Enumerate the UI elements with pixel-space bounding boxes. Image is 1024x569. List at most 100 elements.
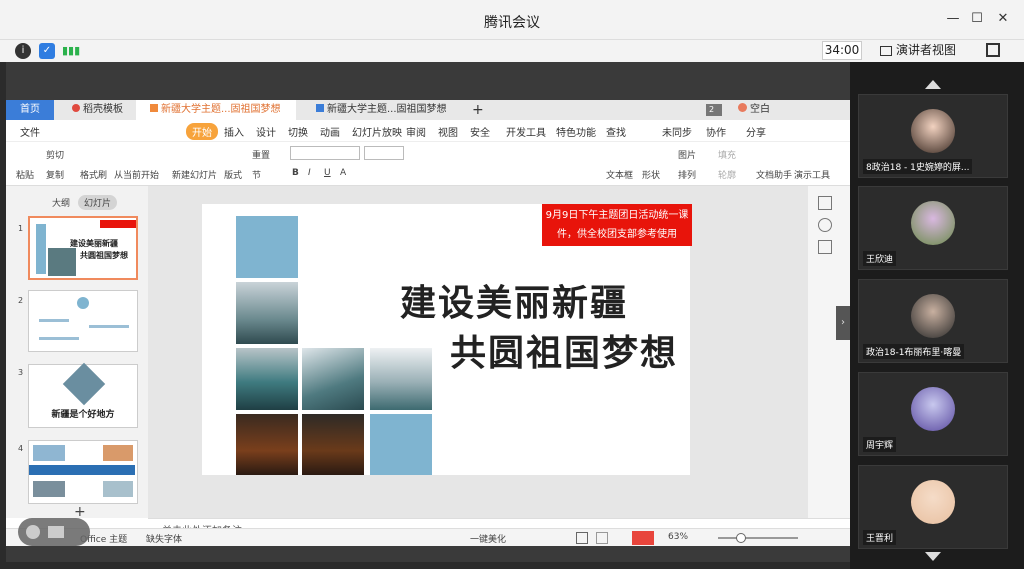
- menu-devtools[interactable]: 开发工具: [506, 124, 546, 139]
- scroll-down-icon[interactable]: [925, 552, 941, 561]
- minimize-button[interactable]: —: [944, 11, 962, 26]
- shape-button[interactable]: 形状: [642, 168, 660, 181]
- bold-button[interactable]: B: [292, 168, 299, 178]
- tab-docer-label: 稻壳模板: [83, 104, 123, 115]
- new-slide-button[interactable]: 新建幻灯片: [172, 168, 217, 181]
- thumb-logo-icon: [77, 297, 89, 309]
- section-button[interactable]: 节: [252, 168, 261, 181]
- participant-name: 王欣迪: [863, 251, 897, 266]
- window-count-badge[interactable]: 2: [706, 104, 722, 116]
- paste-button[interactable]: 粘贴: [16, 168, 34, 181]
- menu-insert[interactable]: 插入: [224, 124, 244, 139]
- maximize-button[interactable]: ☐: [968, 11, 986, 26]
- info-icon[interactable]: i: [15, 43, 31, 59]
- close-button[interactable]: ✕: [994, 11, 1012, 26]
- thumb-image: [103, 445, 133, 461]
- zoom-slider[interactable]: [718, 537, 798, 539]
- fullscreen-icon[interactable]: [986, 43, 1000, 57]
- tab-slides[interactable]: 幻灯片: [78, 195, 118, 210]
- chat-icon[interactable]: [48, 526, 64, 538]
- normal-view-icon[interactable]: [576, 532, 588, 544]
- cut-button[interactable]: 剪切: [46, 148, 64, 161]
- avatar: [738, 103, 747, 112]
- participant-tile[interactable]: 周宇辉: [858, 372, 1008, 456]
- menu-design[interactable]: 设计: [256, 124, 276, 139]
- menu-start[interactable]: 开始: [186, 123, 218, 140]
- presenter-view-icon: [880, 45, 892, 56]
- play-slideshow-button[interactable]: [632, 531, 654, 545]
- pin-icon[interactable]: [818, 218, 832, 232]
- docer-icon: [72, 104, 80, 112]
- beautify-button[interactable]: 一键美化: [470, 532, 506, 545]
- font-name-input[interactable]: [290, 146, 360, 160]
- underline-button[interactable]: U: [324, 168, 331, 178]
- layout-button[interactable]: 版式: [224, 168, 242, 181]
- outline-button[interactable]: 轮廓: [718, 168, 736, 181]
- emoji-icon[interactable]: [26, 525, 40, 539]
- presenter-view-button[interactable]: 演讲者视图 ▾: [880, 41, 970, 75]
- slide-tile-photo: [370, 348, 432, 410]
- participant-tile[interactable]: 王晋利: [858, 465, 1008, 549]
- sorter-view-icon[interactable]: [596, 532, 608, 544]
- from-current-button[interactable]: 从当前开始: [114, 168, 159, 181]
- slide-tile-photo: [302, 414, 364, 475]
- menu-unsynced[interactable]: 未同步: [662, 124, 692, 139]
- slide-thumbnail-1[interactable]: 建设美丽新疆 共圆祖国梦想: [28, 216, 138, 280]
- menu-security[interactable]: 安全: [470, 124, 490, 139]
- slide-tile-photo: [236, 414, 298, 475]
- menu-transition[interactable]: 切换: [288, 124, 308, 139]
- copy-button[interactable]: 复制: [46, 168, 64, 181]
- menu-review[interactable]: 审阅: [406, 124, 426, 139]
- tab-docer-templates[interactable]: 稻壳模板: [58, 100, 134, 120]
- arrange-button[interactable]: 排列: [678, 168, 696, 181]
- fill-button[interactable]: 填充: [718, 148, 736, 161]
- participant-tile[interactable]: 8政治18 - 1史婉婷的屏...: [858, 94, 1008, 178]
- slide-tile-photo: [236, 282, 298, 344]
- slide-tile-photo: [236, 348, 298, 410]
- zoom-level[interactable]: 63%: [668, 532, 688, 542]
- tab-presentation-2[interactable]: 新疆大学主题...固祖国梦想: [302, 100, 452, 120]
- shield-icon[interactable]: ✓: [39, 43, 55, 59]
- reset-button[interactable]: 重置: [252, 148, 270, 161]
- menu-features[interactable]: 特色功能: [556, 124, 596, 139]
- menu-share[interactable]: 分享: [746, 124, 766, 139]
- menu-file[interactable]: 文件: [20, 124, 40, 139]
- settings-icon[interactable]: [818, 196, 832, 210]
- zoom-slider-handle[interactable]: [736, 533, 746, 543]
- tab-presentation-1[interactable]: 新疆大学主题...固祖国梦想: [136, 100, 296, 120]
- doc-helper-button[interactable]: 文档助手: [756, 168, 792, 181]
- font-size-input[interactable]: [364, 146, 404, 160]
- tab-presentation-1-label: 新疆大学主题...固祖国梦想: [161, 104, 281, 115]
- meeting-timer: 34:00: [822, 41, 862, 60]
- slide-thumbnail-3[interactable]: 新疆是个好地方: [28, 362, 138, 428]
- avatar: [911, 201, 955, 245]
- missing-font-label[interactable]: 缺失字体: [146, 532, 182, 545]
- signal-icon[interactable]: ▮▮▮: [62, 43, 80, 59]
- menu-collaborate[interactable]: 协作: [706, 124, 726, 139]
- collapse-panel-button[interactable]: ›: [836, 306, 850, 340]
- participant-name: 8政治18 - 1史婉婷的屏...: [863, 159, 973, 174]
- menu-view[interactable]: 视图: [438, 124, 458, 139]
- menu-find[interactable]: 查找: [606, 124, 626, 139]
- present-tools-button[interactable]: 演示工具: [794, 168, 830, 181]
- scroll-up-icon[interactable]: [925, 80, 941, 89]
- floating-toolbar[interactable]: [18, 518, 90, 546]
- participant-tile[interactable]: 王欣迪: [858, 186, 1008, 270]
- menu-animation[interactable]: 动画: [320, 124, 340, 139]
- slide-thumbnail-2[interactable]: [28, 290, 138, 352]
- user-account[interactable]: 空白: [734, 100, 784, 120]
- format-painter-button[interactable]: 格式刷: [80, 168, 107, 181]
- menu-slideshow[interactable]: 幻灯片放映: [352, 124, 402, 139]
- participant-tile[interactable]: 政治18-1布丽布里·喀曼: [858, 279, 1008, 363]
- slide-thumbnail-4[interactable]: [28, 440, 138, 504]
- slide-tile-blue: [370, 414, 432, 475]
- font-color-button[interactable]: A: [340, 168, 346, 178]
- textbox-button[interactable]: 文本框: [606, 168, 633, 181]
- picture-button[interactable]: 图片: [678, 148, 696, 161]
- italic-button[interactable]: I: [308, 168, 311, 178]
- avatar: [911, 480, 955, 524]
- new-tab-button[interactable]: +: [468, 100, 488, 120]
- tab-outline[interactable]: 大纲: [52, 196, 70, 209]
- copy-icon[interactable]: [818, 240, 832, 254]
- tab-home[interactable]: 首页: [6, 100, 54, 120]
